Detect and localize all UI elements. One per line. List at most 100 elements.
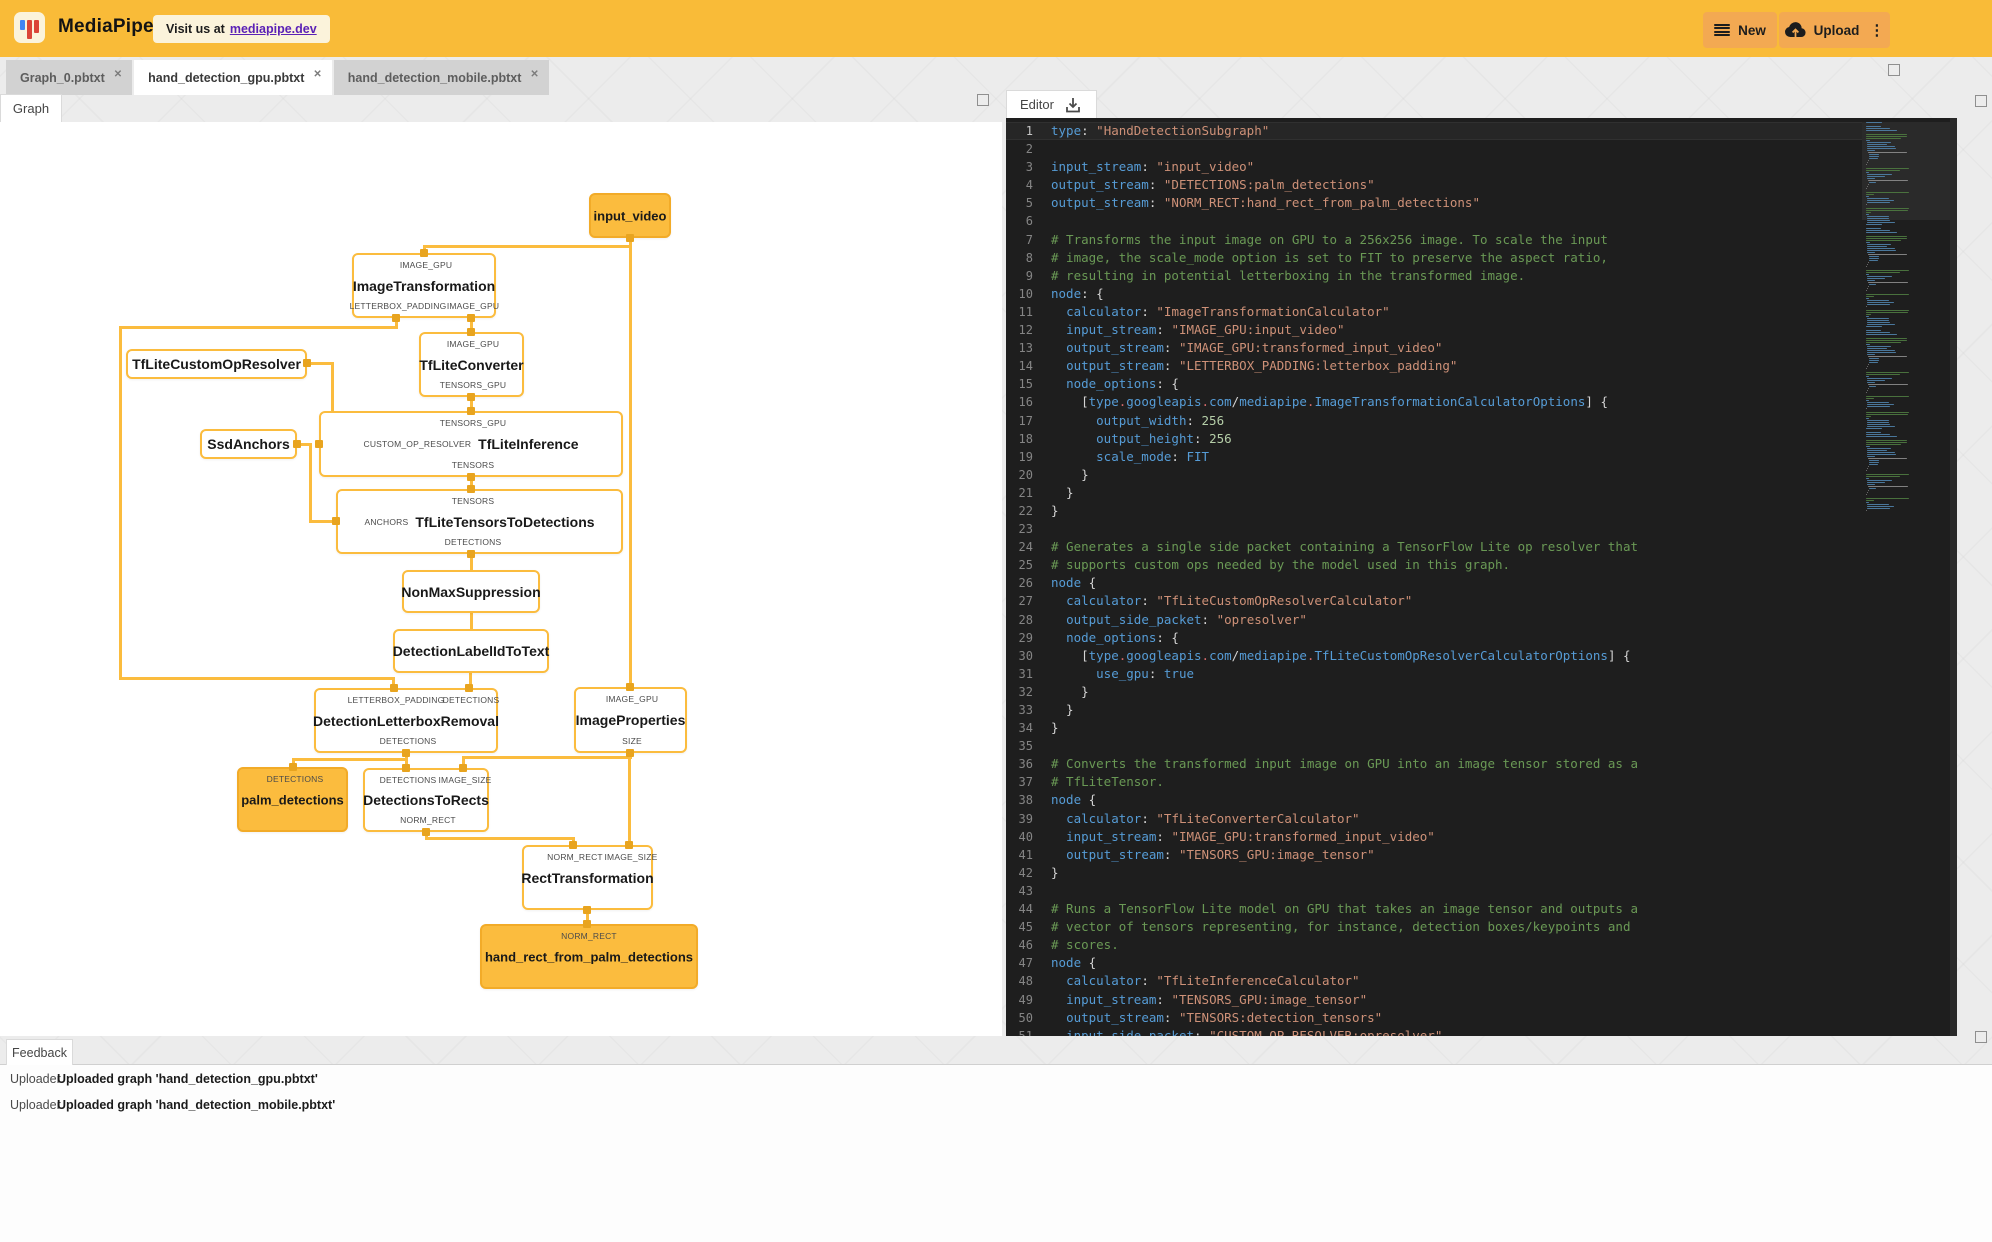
download-icon[interactable]	[1063, 95, 1083, 115]
graph-node[interactable]: TfLiteCustomOpResolver	[126, 349, 307, 379]
minimap-line	[1867, 366, 1868, 368]
tab-close-icon[interactable]: ✕	[313, 69, 321, 80]
tab-feedback[interactable]: Feedback	[6, 1039, 73, 1065]
minimap-line	[1868, 466, 1869, 468]
node-title: DetectionsToRects	[363, 792, 489, 808]
graph-edge	[422, 244, 632, 248]
document-tab[interactable]: hand_detection_mobile.pbtxt ✕	[333, 60, 549, 95]
node-title: input_video	[593, 208, 667, 223]
code-line: 35	[1006, 737, 1862, 755]
code-line: 17 output_width: 256	[1006, 412, 1862, 430]
code-line: 11 calculator: "ImageTransformationCalcu…	[1006, 303, 1862, 321]
code-line: 23	[1006, 520, 1862, 538]
code-text: scale_mode: FIT	[1096, 448, 1210, 464]
expand-feedback-panel-icon[interactable]	[1975, 1031, 1987, 1043]
feedback-row: Uploader Uploaded graph 'hand_detection_g…	[0, 1072, 318, 1086]
minimap-line	[1867, 468, 1868, 470]
minimap-line	[1867, 288, 1868, 290]
port-label: DETECTIONS	[266, 774, 324, 784]
upload-button-label: Upload	[1813, 22, 1860, 38]
graph-node[interactable]: SsdAnchors	[200, 429, 297, 459]
port-square	[422, 828, 430, 836]
line-number: 15	[1018, 377, 1033, 392]
code-line: 1 type: "HandDetectionSubgraph"	[1006, 122, 1862, 141]
line-number: 11	[1018, 304, 1033, 319]
code-line: 48 calculator: "TfLiteInferenceCalculato…	[1006, 972, 1862, 990]
tab-graph[interactable]: Graph	[0, 94, 62, 122]
port-square	[467, 485, 475, 493]
port-label: LETTERBOX_PADDING	[349, 301, 447, 311]
line-number: 31	[1018, 666, 1033, 681]
port-label: IMAGE_GPU	[446, 301, 500, 311]
graph-node[interactable]: DETECTIONS IMAGE_SIZE NORM_RECT DetectionsT…	[363, 768, 491, 832]
graph-node[interactable]: input_video	[589, 193, 671, 238]
minimap[interactable]	[1862, 118, 1950, 1036]
graph-node[interactable]: IMAGE_GPU SIZE ImageProperties	[574, 687, 687, 753]
graph-node[interactable]: TENSORS_GPU TENSORS CUSTOM_OP_RESOLVER TfLi…	[319, 411, 623, 477]
line-number: 37	[1018, 775, 1033, 790]
graph-node[interactable]: DetectionLabelIdToText	[393, 629, 549, 673]
code-text: output_stream: "LETTERBOX_PADDING:letter…	[1066, 358, 1458, 374]
graph-node[interactable]: LETTERBOX_PADDING DETECTIONS DETECTIONS Det…	[313, 688, 499, 753]
graph-node[interactable]: NonMaxSuppression	[401, 570, 541, 613]
code-text: calculator: "ImageTransformationCalculat…	[1066, 303, 1390, 319]
port-square	[467, 393, 475, 401]
graph-node[interactable]: NORM_RECT hand_rect_from_palm_detections	[480, 924, 698, 989]
port-label: TENSORS	[451, 460, 495, 470]
port-square	[392, 314, 400, 322]
port-square	[420, 249, 428, 257]
tab-editor[interactable]: Editor	[1006, 90, 1097, 118]
minimap-line	[1866, 334, 1898, 336]
tab-close-icon[interactable]: ✕	[114, 69, 122, 80]
line-number: 12	[1018, 323, 1033, 338]
upload-menu-kebab-icon[interactable]: ⋮	[1869, 21, 1884, 39]
expand-tabs-icon[interactable]	[1888, 64, 1900, 76]
node-title: DetectionLetterboxRemoval	[313, 712, 499, 729]
mediapipe-dev-link[interactable]: mediapipe.dev	[230, 22, 317, 36]
document-tab[interactable]: Graph_0.pbtxt ✕	[6, 60, 133, 95]
line-number: 18	[1018, 431, 1033, 446]
graph-node[interactable]: DETECTIONS palm_detections	[237, 767, 348, 832]
graph-node[interactable]: IMAGE_GPU LETTERBOX_PADDING IMAGE_GPU Image…	[349, 253, 500, 318]
expand-editor-panel-icon[interactable]	[1975, 95, 1987, 107]
graph-canvas-panel[interactable]: input_video IMAGE_GPU LETTERBOX_PADDING IMA…	[0, 122, 1002, 1036]
code-editor[interactable]: 1 type: "HandDetectionSubgraph" 2 3 input_st…	[1006, 118, 1957, 1036]
code-line: 9 # resulting in potential letterboxing i…	[1006, 267, 1862, 285]
document-tab[interactable]: hand_detection_gpu.pbtxt ✕	[134, 60, 332, 95]
port-label: NORM_RECT	[400, 815, 456, 825]
port-square	[293, 440, 301, 448]
document-tab-bar: Graph_0.pbtxt ✕ hand_detection_gpu.pbtxt ✕ h…	[6, 60, 549, 95]
graph-node[interactable]: IMAGE_GPU TENSORS_GPU TfLiteConverter	[419, 332, 524, 397]
tab-close-icon[interactable]: ✕	[530, 69, 538, 80]
line-number: 25	[1018, 558, 1033, 573]
visit-pill: Visit us at mediapipe.dev	[153, 15, 330, 43]
node-title-row: ImageProperties	[576, 712, 686, 728]
editor-scrollbar[interactable]	[1950, 118, 1957, 1036]
port-label: DETECTIONS	[444, 537, 502, 547]
node-title-row: DetectionsToRects	[363, 792, 489, 808]
graph-node[interactable]: NORM_RECT IMAGE_SIZE RectTransformation	[521, 845, 657, 910]
port-label: IMAGE_SIZE	[604, 852, 658, 862]
new-button[interactable]: New	[1703, 12, 1777, 48]
node-title-row: ImageTransformation	[353, 278, 495, 294]
code-text: output_stream: "TENSORS:detection_tensor…	[1066, 1009, 1383, 1025]
graph-edge	[424, 836, 575, 840]
code-text: }	[1051, 864, 1059, 880]
feedback-source: Uploader	[10, 1072, 61, 1086]
line-number: 20	[1018, 467, 1033, 482]
code-text: input_stream: "IMAGE_GPU:input_video"	[1066, 322, 1345, 338]
code-line: 15 node_options: {	[1006, 375, 1862, 393]
code-line: 49 input_stream: "TENSORS_GPU:image_tens…	[1006, 991, 1862, 1009]
document-tab-label: Graph_0.pbtxt	[20, 70, 105, 85]
expand-graph-panel-icon[interactable]	[977, 94, 989, 106]
minimap-line	[1869, 488, 1877, 490]
visit-text: Visit us at	[166, 22, 225, 36]
node-title-row: SsdAnchors	[207, 436, 289, 452]
upload-button[interactable]: Upload ⋮	[1779, 12, 1890, 48]
node-title: RectTransformation	[521, 869, 654, 886]
code-text: # vector of tensors representing, for in…	[1051, 919, 1631, 935]
new-list-icon	[1714, 23, 1731, 37]
minimap-line	[1867, 390, 1868, 392]
graph-node[interactable]: TENSORS DETECTIONS ANCHORS TfLiteTensorsToD…	[336, 489, 623, 554]
code-text: type: "HandDetectionSubgraph"	[1051, 123, 1270, 138]
